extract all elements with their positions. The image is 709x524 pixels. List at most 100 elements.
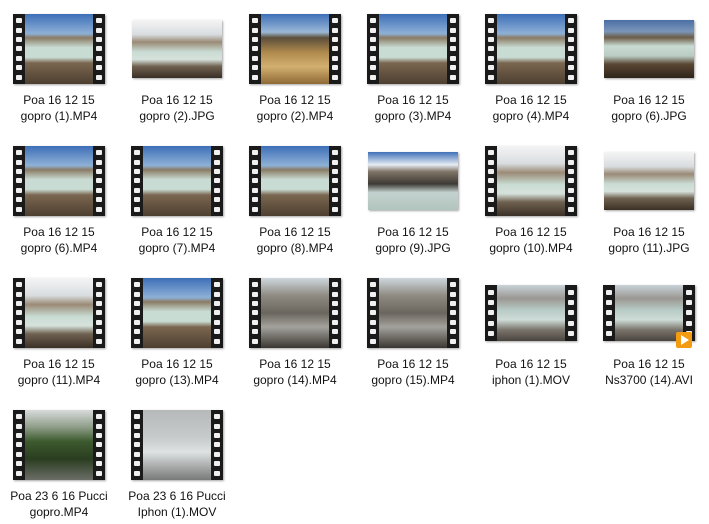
file-name-line-2: gopro (14).MP4 [253, 373, 337, 387]
photo-thumbnail [368, 152, 458, 210]
sprocket-hole [252, 178, 258, 184]
file-item[interactable]: Poa 16 12 15 gopro (3).MP4 [354, 0, 472, 128]
file-item[interactable]: Poa 23 6 16 Pucci Iphon (1).MOV [118, 396, 236, 524]
file-item[interactable]: Poa 16 12 15 gopro (14).MP4 [236, 264, 354, 392]
sprocket-hole [450, 329, 456, 335]
file-name-label: Poa 16 12 15 gopro (14).MP4 [236, 356, 354, 388]
sprocket-hole [214, 206, 220, 212]
file-item[interactable]: Poa 16 12 15 gopro (6).MP4 [0, 132, 118, 260]
file-item[interactable]: Poa 16 12 15 gopro (7).MP4 [118, 132, 236, 260]
vlc-icon [676, 332, 692, 348]
sprocket-hole [134, 414, 140, 420]
file-item[interactable]: Poa 16 12 15 gopro (4).MP4 [472, 0, 590, 128]
sprocket-hole [16, 282, 22, 288]
file-item[interactable]: Poa 16 12 15 gopro (13).MP4 [118, 264, 236, 392]
thumbnail-image [25, 278, 93, 348]
sprocket-hole [332, 206, 338, 212]
sprocket-hole [488, 65, 494, 71]
sprocket-hole [568, 65, 574, 71]
film-strip-left [131, 278, 143, 348]
file-item[interactable]: Poa 16 12 15 gopro (10).MP4 [472, 132, 590, 260]
file-item[interactable]: Poa 16 12 15 iphon (1).MOV [472, 264, 590, 392]
sprocket-hole [568, 46, 574, 52]
sprocket-hole [96, 338, 102, 344]
file-item[interactable]: Poa 16 12 15 gopro (2).JPG [118, 0, 236, 128]
file-item[interactable]: Poa 16 12 15 Ns3700 (14).AVI [590, 264, 708, 392]
file-name-line-2: gopro (4).MP4 [492, 109, 570, 123]
sprocket-hole [96, 46, 102, 52]
file-name-line-2: Ns3700 (14).AVI [605, 373, 693, 387]
sprocket-hole [450, 27, 456, 33]
sprocket-hole [606, 300, 612, 306]
sprocket-hole [252, 169, 258, 175]
sprocket-hole [568, 320, 574, 326]
file-name-line-1: Poa 16 12 15 [495, 93, 567, 107]
sprocket-hole [16, 159, 22, 165]
sprocket-hole [252, 187, 258, 193]
file-item[interactable]: Poa 16 12 15 gopro (6).JPG [590, 0, 708, 128]
file-name-line-1: Poa 16 12 15 [259, 225, 331, 239]
sprocket-hole [332, 159, 338, 165]
sprocket-hole [488, 159, 494, 165]
file-name-line-2: gopro.MP4 [29, 505, 89, 519]
file-item[interactable]: Poa 16 12 15 gopro (1).MP4 [0, 0, 118, 128]
sprocket-hole [16, 470, 22, 476]
sprocket-hole [252, 55, 258, 61]
sprocket-hole [214, 178, 220, 184]
film-strip-left [485, 285, 497, 341]
sprocket-hole [252, 310, 258, 316]
file-name-line-1: Poa 16 12 15 [377, 225, 449, 239]
sprocket-hole [16, 414, 22, 420]
sprocket-hole [214, 301, 220, 307]
film-strip-right [93, 278, 105, 348]
sprocket-hole [370, 282, 376, 288]
sprocket-hole [606, 310, 612, 316]
sprocket-hole [568, 18, 574, 24]
thumbnail-image [379, 14, 447, 84]
sprocket-hole [214, 319, 220, 325]
sprocket-hole [214, 197, 220, 203]
thumbnail-image [497, 14, 565, 84]
thumbnail-image [25, 146, 93, 216]
sprocket-hole [96, 451, 102, 457]
film-strip-right [211, 278, 223, 348]
file-name-line-1: Poa 16 12 15 [23, 357, 95, 371]
file-name-line-2: gopro (6).MP4 [20, 241, 98, 255]
file-name-line-1: Poa 16 12 15 [377, 357, 449, 371]
file-item[interactable]: Poa 16 12 15 gopro (15).MP4 [354, 264, 472, 392]
sprocket-hole [134, 433, 140, 439]
file-item[interactable]: Poa 16 12 15 gopro (11).MP4 [0, 264, 118, 392]
film-strip-left [367, 14, 379, 84]
sprocket-hole [134, 310, 140, 316]
sprocket-hole [16, 46, 22, 52]
sprocket-hole [96, 206, 102, 212]
file-name-label: Poa 16 12 15 gopro (7).MP4 [118, 224, 236, 256]
file-item[interactable]: Poa 16 12 15 gopro (2).MP4 [236, 0, 354, 128]
file-item[interactable]: Poa 16 12 15 gopro (8).MP4 [236, 132, 354, 260]
sprocket-hole [488, 300, 494, 306]
sprocket-hole [214, 291, 220, 297]
film-strip-left [249, 146, 261, 216]
file-name-line-1: Poa 16 12 15 [141, 357, 213, 371]
sprocket-hole [96, 37, 102, 43]
sprocket-hole [214, 338, 220, 344]
sprocket-hole [96, 423, 102, 429]
file-name-line-1: Poa 16 12 15 [141, 225, 213, 239]
video-thumbnail [367, 14, 459, 84]
file-item[interactable]: Poa 23 6 16 Pucci gopro.MP4 [0, 396, 118, 524]
thumbnail-container [472, 12, 590, 86]
sprocket-hole [686, 300, 692, 306]
film-strip-right [565, 14, 577, 84]
sprocket-hole [252, 197, 258, 203]
sprocket-hole [96, 282, 102, 288]
sprocket-hole [332, 319, 338, 325]
sprocket-hole [96, 470, 102, 476]
file-item[interactable]: Poa 16 12 15 gopro (11).JPG [590, 132, 708, 260]
video-thumbnail [485, 285, 577, 341]
sprocket-hole [488, 331, 494, 337]
file-name-label: Poa 16 12 15 gopro (2).JPG [118, 92, 236, 124]
sprocket-hole [134, 338, 140, 344]
sprocket-hole [16, 55, 22, 61]
sprocket-hole [332, 18, 338, 24]
file-item[interactable]: Poa 16 12 15 gopro (9).JPG [354, 132, 472, 260]
